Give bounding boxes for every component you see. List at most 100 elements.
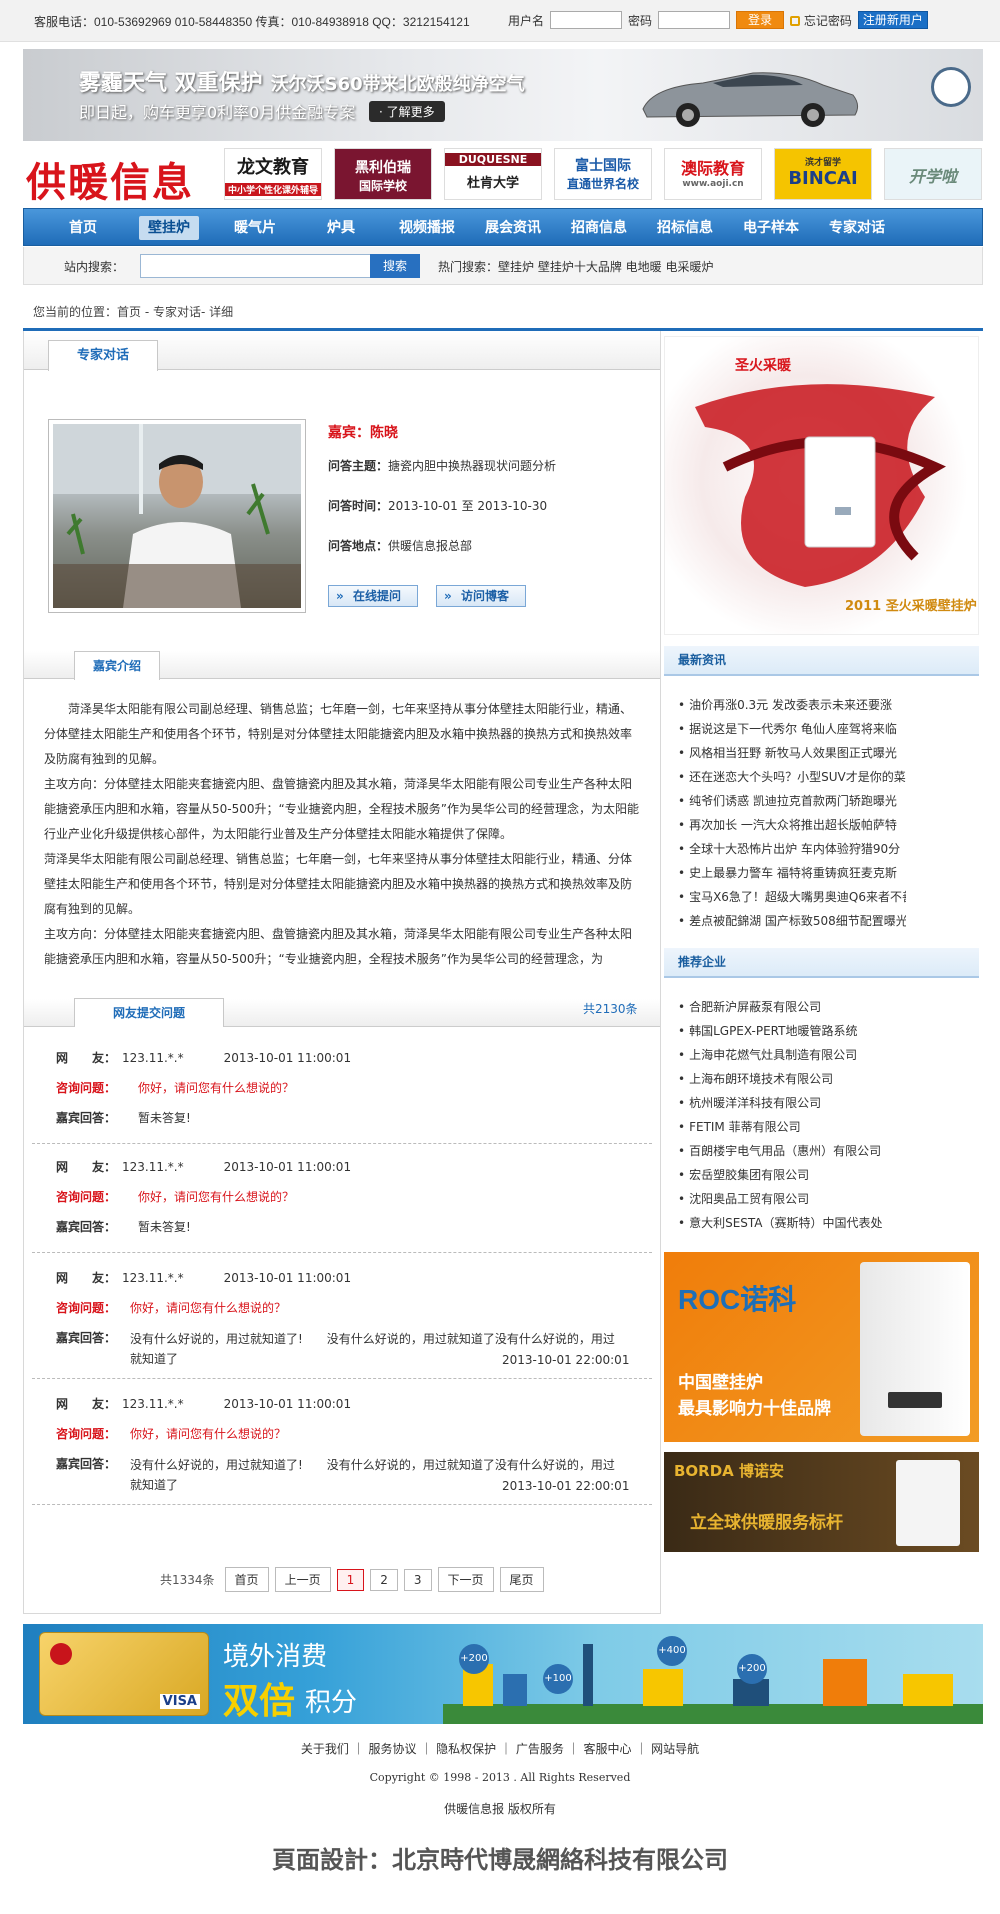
news-item[interactable]: 纯爷们诱惑 凯迪拉克首款两门轿跑曝光 [678, 789, 906, 813]
news-item[interactable]: 宝马X6急了！超级大嘴男奥迪Q6来者不善 [678, 885, 906, 909]
news-item[interactable]: 差点被配錦湖 国产标致508细节配置曝光 [678, 909, 906, 933]
news-item[interactable]: 还在迷恋大个头吗？小型SUV才是你的菜 [678, 765, 906, 789]
hot-search-links[interactable]: 热门搜索：壁挂炉 壁挂炉十大品牌 电地暖 电采暖炉 [438, 258, 713, 275]
footer-link-ads[interactable]: 广告服务 [516, 1742, 564, 1756]
nav-catalog[interactable]: 电子样本 [728, 216, 814, 240]
enterprise-item[interactable]: FETIM 菲蒂有限公司 [678, 1115, 906, 1139]
search-label: 站内搜索： [64, 260, 125, 274]
page-last[interactable]: 尾页 [499, 1567, 544, 1592]
banner-more-button[interactable]: · 了解更多 [369, 101, 445, 122]
red-ribbon-graphic [695, 384, 946, 587]
footer-link-privacy[interactable]: 隐私权保护 [436, 1742, 496, 1756]
footer-link-service[interactable]: 客服中心 [583, 1742, 631, 1756]
enterprise-item[interactable]: 意大利SESTA（赛斯特）中国代表处 [678, 1211, 906, 1235]
breadcrumb: 您当前的位置：首页 - 专家对话- 详细 [33, 305, 234, 319]
nav-expert[interactable]: 专家对话 [814, 216, 900, 240]
register-button[interactable]: 注册新用户 [857, 11, 928, 29]
credit-card-banner-ad[interactable]: VISA 境外消费 双倍 积分 +200 +100 +400 +200 [23, 1624, 983, 1724]
time-label: 问答时间： [328, 499, 389, 513]
news-item[interactable]: 油价再涨0.3元 发改委表示未来还要涨 [678, 693, 906, 717]
news-item[interactable]: 全球十大恐怖片出炉 车内体验狩猎90分 [678, 837, 906, 861]
search-button[interactable]: 搜索 [370, 254, 420, 278]
header-ad-bincai[interactable]: 滨才留学 BINCAI [774, 148, 872, 200]
ad2-line2: 最具影响力十佳品牌 [678, 1399, 831, 1419]
page-prev[interactable]: 上一页 [274, 1567, 331, 1592]
ask-online-button[interactable]: » 在线提问 [328, 585, 418, 607]
guest-photo [48, 419, 306, 613]
question-text: 你好，请问您有什么想说的？ [138, 1081, 295, 1095]
header-ad-hailiburui[interactable]: 黑利伯瑞 国际学校 [334, 148, 432, 200]
answer-text: 暂未答复! [138, 1220, 191, 1234]
nav-video[interactable]: 视频播报 [384, 216, 470, 240]
ad3-brand: BORDA 博诺安 [674, 1462, 785, 1480]
user-ip: 123.11.*.* [122, 1051, 184, 1065]
question-label: 咨询问题： [56, 1427, 117, 1441]
nav-expo[interactable]: 展会资讯 [470, 216, 556, 240]
guest-intro-text: 菏泽昊华太阳能有限公司副总经理、销售总监；七年磨一剑，七年来坚持从事分体壁挂太阳… [44, 702, 639, 966]
answer-time: 2013-10-01 22:00:01 [502, 1479, 630, 1493]
password-label: 密码 [628, 13, 653, 28]
tab-guest-intro[interactable]: 嘉宾介绍 [74, 651, 160, 680]
nav-boiler[interactable]: 壁挂炉 [139, 216, 199, 240]
points-bubble: +400 [657, 1636, 687, 1666]
username-input[interactable] [550, 11, 623, 29]
nav-tender[interactable]: 招标信息 [642, 216, 728, 240]
shenghuo-boiler-ad[interactable]: 圣火采暖 2011 圣火采暖壁挂炉 [664, 336, 979, 635]
news-item[interactable]: 再次加长 一汽大众将推出超长版帕萨特 [678, 813, 906, 837]
topic-label: 问答主题： [328, 459, 389, 473]
latest-news-list: 油价再涨0.3元 发改委表示未来还要涨 据说这是下一代秀尔 龟仙人座驾将来临 风… [678, 693, 906, 933]
enterprise-item[interactable]: 宏岳塑胶集团有限公司 [678, 1163, 906, 1187]
forgot-password-link[interactable]: 忘记密码 [790, 12, 852, 29]
enterprise-item[interactable]: 沈阳奥品工贸有限公司 [678, 1187, 906, 1211]
page-3[interactable]: 3 [403, 1568, 432, 1591]
enterprise-item[interactable]: 上海布朗环境技术有限公司 [678, 1067, 906, 1091]
enterprise-item[interactable]: 百朗楼宇电气用品（惠州）有限公司 [678, 1139, 906, 1163]
tab-expert-dialogue[interactable]: 专家对话 [48, 340, 158, 371]
nav-radiator[interactable]: 暖气片 [212, 216, 298, 240]
user-label: 网 友： [56, 1160, 117, 1174]
news-item[interactable]: 风格相当狂野 新牧马人效果图正式曝光 [678, 741, 906, 765]
footer-links: 关于我们 ｜ 服务协议 ｜ 隐私权保护 ｜ 广告服务 ｜ 客服中心 ｜ 网站导航 [300, 1742, 700, 1756]
page-first[interactable]: 首页 [224, 1567, 269, 1592]
main-nav: 首页 壁挂炉 暖气片 炉具 视频播报 展会资讯 招商信息 招标信息 电子样本 专… [23, 208, 983, 246]
tab-user-questions[interactable]: 网友提交问题 [74, 998, 224, 1027]
user-ip: 123.11.*.* [122, 1160, 184, 1174]
roc-boiler-ad[interactable]: ROC诺科 中国壁挂炉 最具影响力十佳品牌 [664, 1252, 979, 1442]
header-ad-duquesne[interactable]: DUQUESNE 杜肯大学 [444, 148, 542, 200]
guest-name: 嘉宾：陈晓 [328, 425, 398, 441]
search-input[interactable] [140, 254, 378, 278]
footer-link-about[interactable]: 关于我们 [301, 1742, 349, 1756]
password-input[interactable] [658, 11, 731, 29]
header-ad-aoji[interactable]: 澳际教育 www.aoji.cn [664, 148, 762, 200]
header-ad-fuji[interactable]: 富士国际 直通世界名校 [554, 148, 652, 200]
nav-home[interactable]: 首页 [40, 216, 126, 240]
page-next[interactable]: 下一页 [437, 1567, 494, 1592]
page-2[interactable]: 2 [370, 1568, 398, 1591]
contact-info: 客服电话：010-53692969 010-58448350 传真：010-84… [34, 15, 470, 29]
design-credit: 頁面設計：北京時代博晟網絡科技有限公司 [272, 1846, 728, 1874]
nav-investment[interactable]: 招商信息 [556, 216, 642, 240]
nav-stove[interactable]: 炉具 [298, 216, 384, 240]
page-1[interactable]: 1 [336, 1568, 365, 1591]
news-item[interactable]: 据说这是下一代秀尔 龟仙人座驾将来临 [678, 717, 906, 741]
enterprise-item[interactable]: 合肥新沪屏蔽泵有限公司 [678, 995, 906, 1019]
borda-boiler-ad[interactable]: BORDA 博诺安 立全球供暖服务标杆 [664, 1452, 979, 1552]
login-button[interactable]: 登录 [736, 11, 785, 29]
enterprise-list: 合肥新沪屏蔽泵有限公司 韩国LGPEX-PERT地暖管路系统 上海申花燃气灶具制… [678, 995, 906, 1235]
news-item[interactable]: 史上最暴力警车 福特将重铸疯狂麦克斯 [678, 861, 906, 885]
footer-link-sitemap[interactable]: 网站导航 [651, 1742, 699, 1756]
answer-time: 2013-10-01 22:00:01 [502, 1353, 630, 1367]
header-ad-longwen[interactable]: 龙文教育 中小学个性化课外辅导 [224, 148, 322, 200]
question-label: 咨询问题： [56, 1190, 117, 1204]
enterprise-item[interactable]: 上海申花燃气灶具制造有限公司 [678, 1043, 906, 1067]
recommended-enterprises-header: 推荐企业 [664, 948, 979, 978]
banner-subline: 即日起，购车更享0利率0月供金融专案 [79, 103, 356, 122]
header-ad-kaixue[interactable]: 开学啦 [884, 148, 982, 200]
volvo-banner-ad[interactable]: 雾霾天气 双重保护 沃尔沃S60带来北欧般纯净空气 即日起，购车更享0利率0月供金… [23, 49, 983, 141]
banner-headline: 雾霾天气 双重保护 沃尔沃S60带来北欧般纯净空气 [79, 71, 525, 96]
enterprise-item[interactable]: 韩国LGPEX-PERT地暖管路系统 [678, 1019, 906, 1043]
site-logo[interactable]: 供暖信息 [26, 150, 194, 208]
footer-link-agreement[interactable]: 服务协议 [369, 1742, 417, 1756]
visit-blog-button[interactable]: » 访问博客 [436, 585, 526, 607]
enterprise-item[interactable]: 杭州暖洋洋科技有限公司 [678, 1091, 906, 1115]
